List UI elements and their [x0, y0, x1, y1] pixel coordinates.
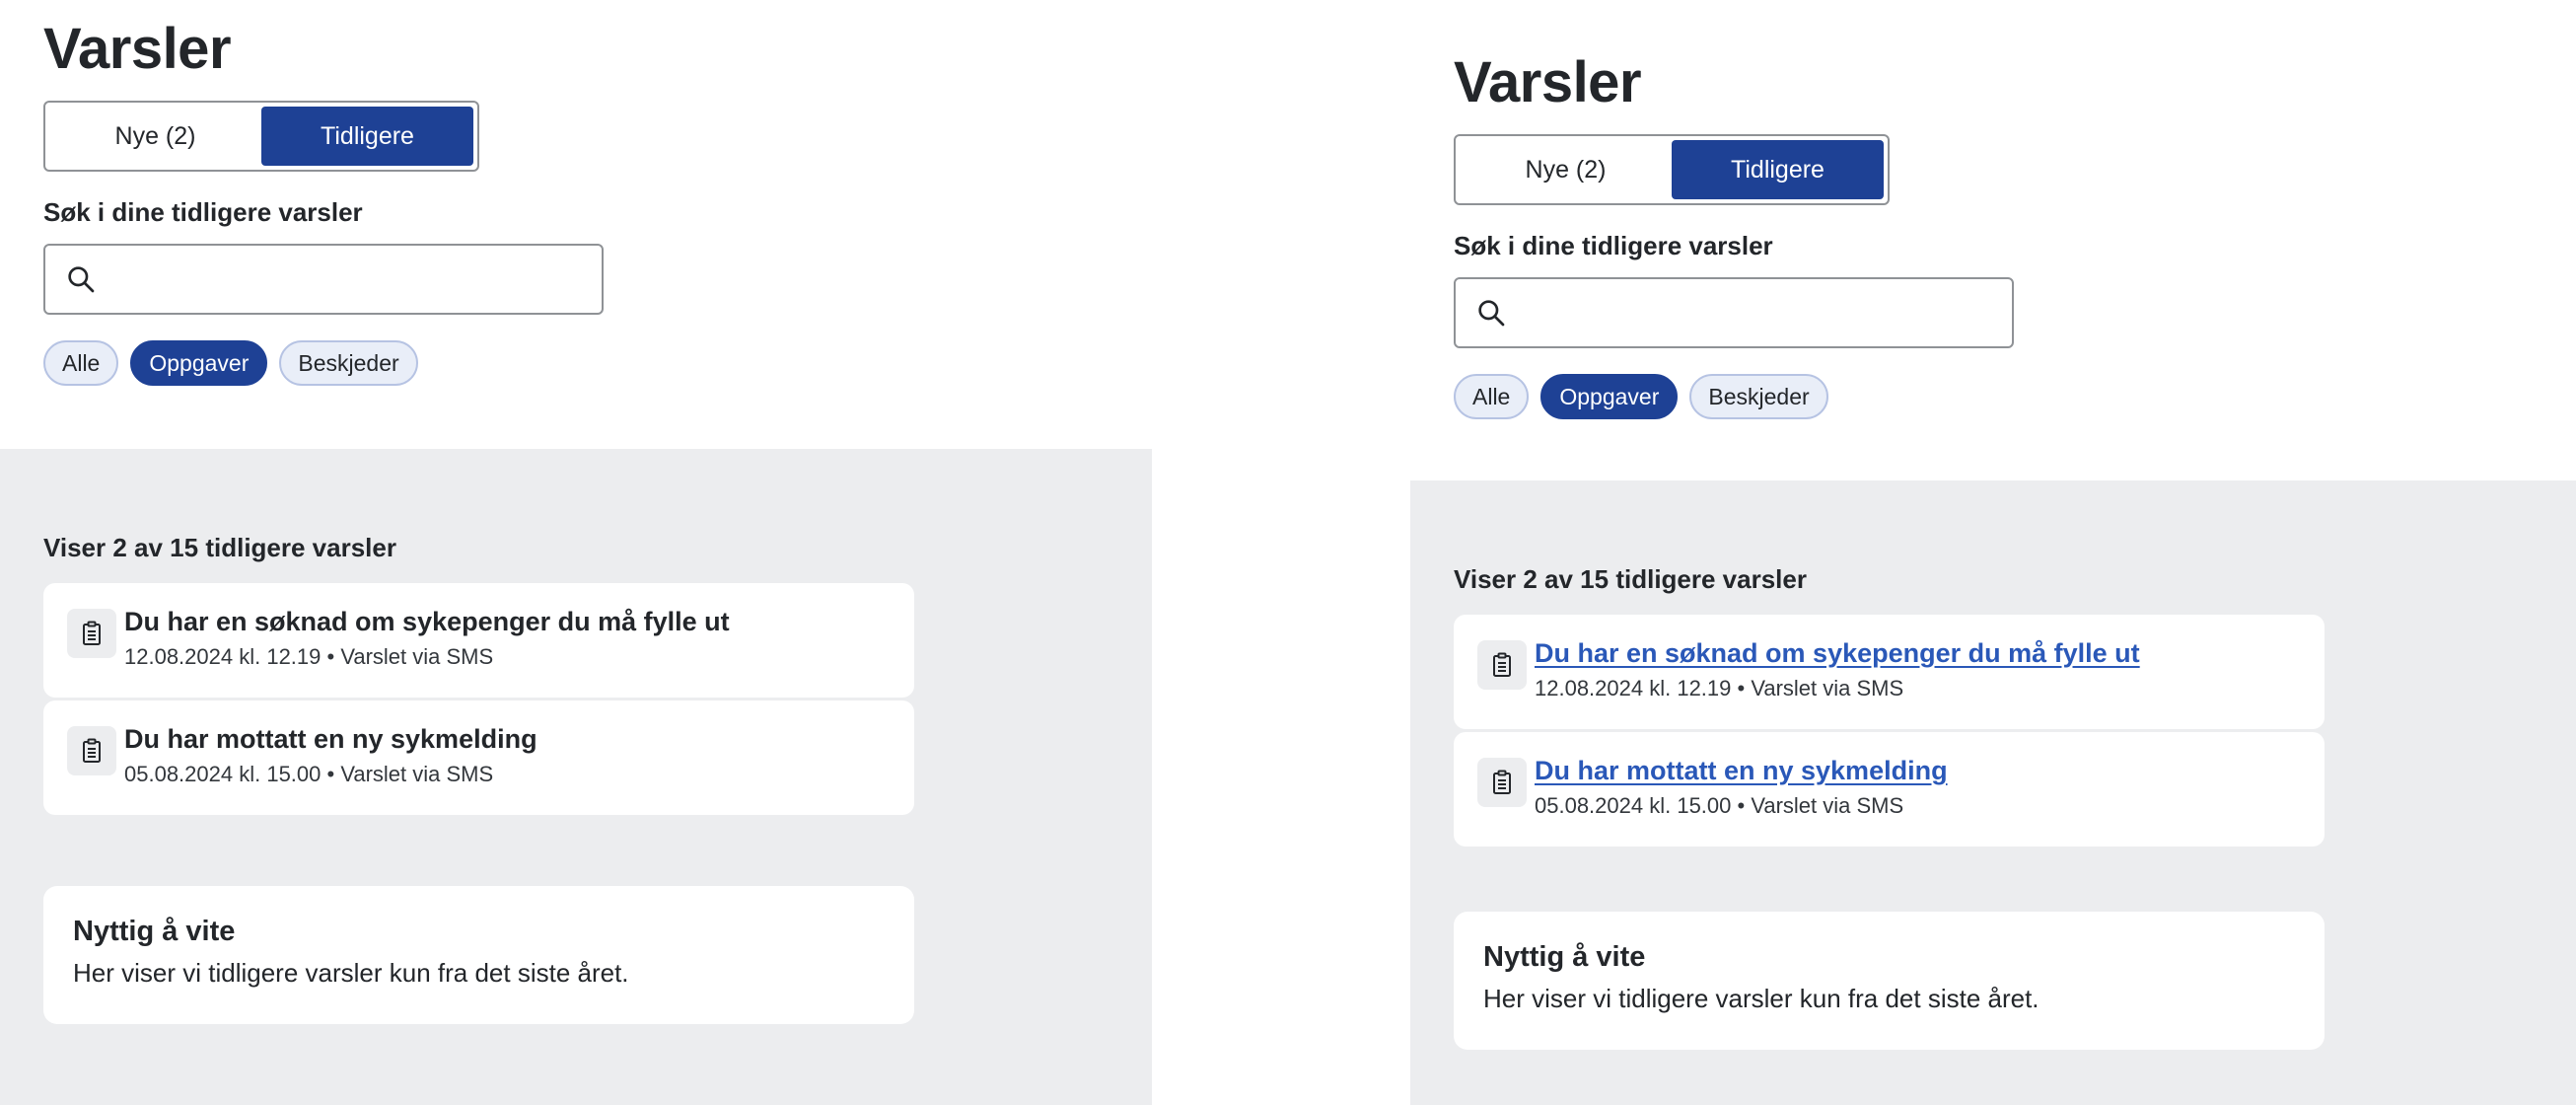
notification-card[interactable]: Du har en søknad om sykepenger du må fyl… — [1454, 615, 2325, 729]
notification-list: Viser 2 av 15 tidligere varsler Du har e… — [43, 533, 914, 818]
notification-card[interactable]: Du har mottatt en ny sykmelding 05.08.20… — [1454, 732, 2325, 847]
search-input[interactable] — [108, 250, 602, 309]
info-body: Her viser vi tidligere varsler kun fra d… — [73, 958, 629, 988]
search-field[interactable] — [43, 244, 604, 315]
notification-title[interactable]: Du har en søknad om sykepenger du må fyl… — [124, 605, 730, 638]
result-count: Viser 2 av 15 tidligere varsler — [43, 533, 396, 562]
header-content: Varsler Nye (2) Tidligere Søk i dine tid… — [1454, 45, 2014, 419]
filter-chip-tasks[interactable]: Oppgaver — [130, 340, 268, 386]
info-box: Nyttig å vite Her viser vi tidligere var… — [1454, 912, 2325, 1050]
tab-new[interactable]: Nye (2) — [1460, 140, 1672, 199]
search-icon — [1478, 300, 1505, 327]
filter-chip-all[interactable]: Alle — [1454, 374, 1530, 419]
search-input[interactable] — [1519, 283, 2012, 342]
result-count: Viser 2 av 15 tidligere varsler — [1454, 564, 1807, 594]
search-field[interactable] — [1454, 277, 2014, 348]
clipboard-icon — [67, 726, 116, 775]
notification-meta: 12.08.2024 kl. 12.19 • Varslet via SMS — [1535, 676, 1904, 700]
page-title: Varsler — [43, 17, 232, 81]
filter-chip-messages[interactable]: Beskjeder — [1689, 374, 1828, 419]
header-content: Varsler Nye (2) Tidligere Søk i dine tid… — [43, 12, 604, 386]
filter-chips: Alle Oppgaver Beskjeder — [43, 340, 604, 386]
clipboard-icon — [1477, 758, 1527, 807]
tab-previous[interactable]: Tidligere — [1672, 140, 1884, 199]
info-box: Nyttig å vite Her viser vi tidligere var… — [43, 886, 914, 1024]
notification-card[interactable]: Du har mottatt en ny sykmelding 05.08.20… — [43, 700, 914, 815]
notification-link[interactable]: Du har mottatt en ny sykmelding — [1535, 754, 1948, 787]
notification-meta: 05.08.2024 kl. 15.00 • Varslet via SMS — [124, 762, 494, 786]
panel-left: Varsler Nye (2) Tidligere Søk i dine tid… — [0, 0, 1152, 1105]
search-label: Søk i dine tidligere varsler — [43, 197, 363, 227]
filter-chip-all[interactable]: Alle — [43, 340, 119, 386]
view-toggle: Nye (2) Tidligere — [43, 101, 479, 172]
tab-new[interactable]: Nye (2) — [49, 107, 261, 166]
info-body: Her viser vi tidligere varsler kun fra d… — [1483, 984, 2039, 1013]
filter-chips: Alle Oppgaver Beskjeder — [1454, 374, 2014, 419]
search-label: Søk i dine tidligere varsler — [1454, 231, 1773, 260]
notification-link[interactable]: Du har en søknad om sykepenger du må fyl… — [1535, 636, 2140, 670]
page-title: Varsler — [1454, 50, 1642, 114]
filter-chip-tasks[interactable]: Oppgaver — [1540, 374, 1679, 419]
panel-right: Varsler Nye (2) Tidligere Søk i dine tid… — [1410, 0, 2576, 1105]
notification-card[interactable]: Du har en søknad om sykepenger du må fyl… — [43, 583, 914, 698]
notification-title[interactable]: Du har mottatt en ny sykmelding — [124, 722, 537, 756]
notification-meta: 05.08.2024 kl. 15.00 • Varslet via SMS — [1535, 793, 1904, 818]
info-heading: Nyttig å vite — [1483, 941, 1646, 973]
notification-list: Viser 2 av 15 tidligere varsler Du har e… — [1454, 564, 2325, 849]
view-toggle: Nye (2) Tidligere — [1454, 134, 1890, 205]
info-heading: Nyttig å vite — [73, 916, 236, 947]
notification-meta: 12.08.2024 kl. 12.19 • Varslet via SMS — [124, 644, 494, 669]
clipboard-icon — [1477, 640, 1527, 690]
clipboard-icon — [67, 609, 116, 658]
tab-previous[interactable]: Tidligere — [261, 107, 473, 166]
search-icon — [68, 266, 95, 293]
filter-chip-messages[interactable]: Beskjeder — [279, 340, 418, 386]
